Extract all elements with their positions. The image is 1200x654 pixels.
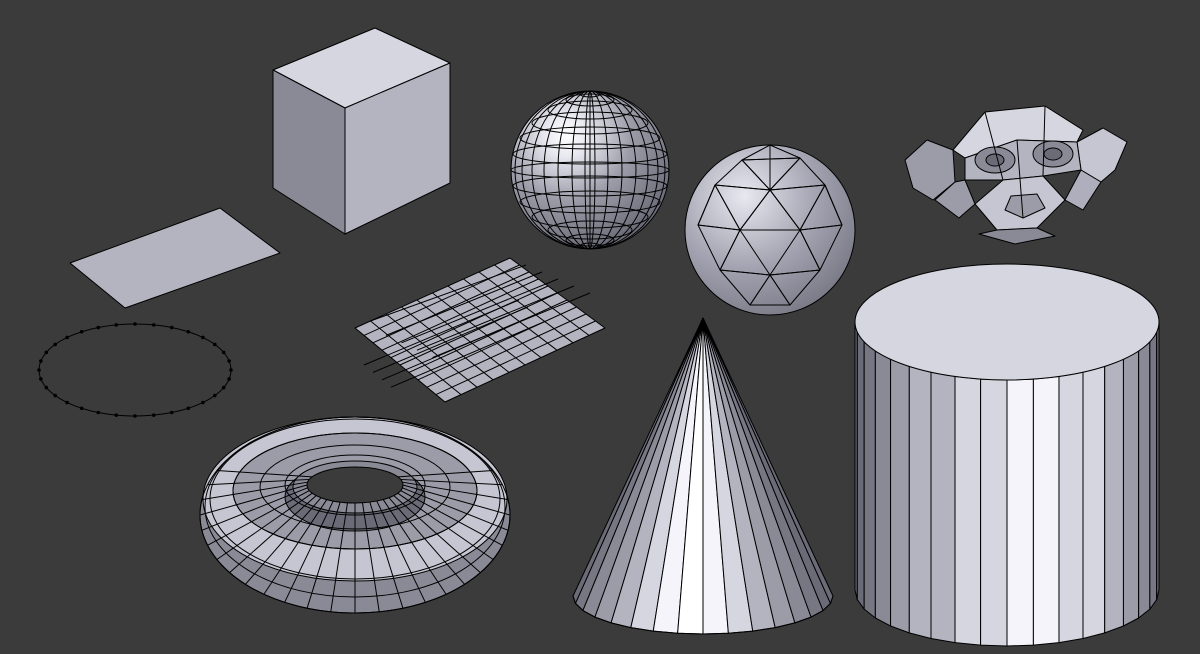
primitive-monkey[interactable]	[905, 100, 1130, 245]
primitive-cone[interactable]	[568, 318, 838, 638]
primitive-torus[interactable]	[195, 405, 515, 625]
primitive-cube[interactable]	[250, 28, 470, 238]
primitive-plane[interactable]	[70, 208, 280, 308]
primitive-uv-sphere[interactable]	[508, 88, 673, 253]
primitive-cylinder[interactable]	[850, 260, 1165, 650]
3d-viewport[interactable]	[0, 0, 1200, 654]
primitive-ico-sphere[interactable]	[680, 140, 860, 320]
